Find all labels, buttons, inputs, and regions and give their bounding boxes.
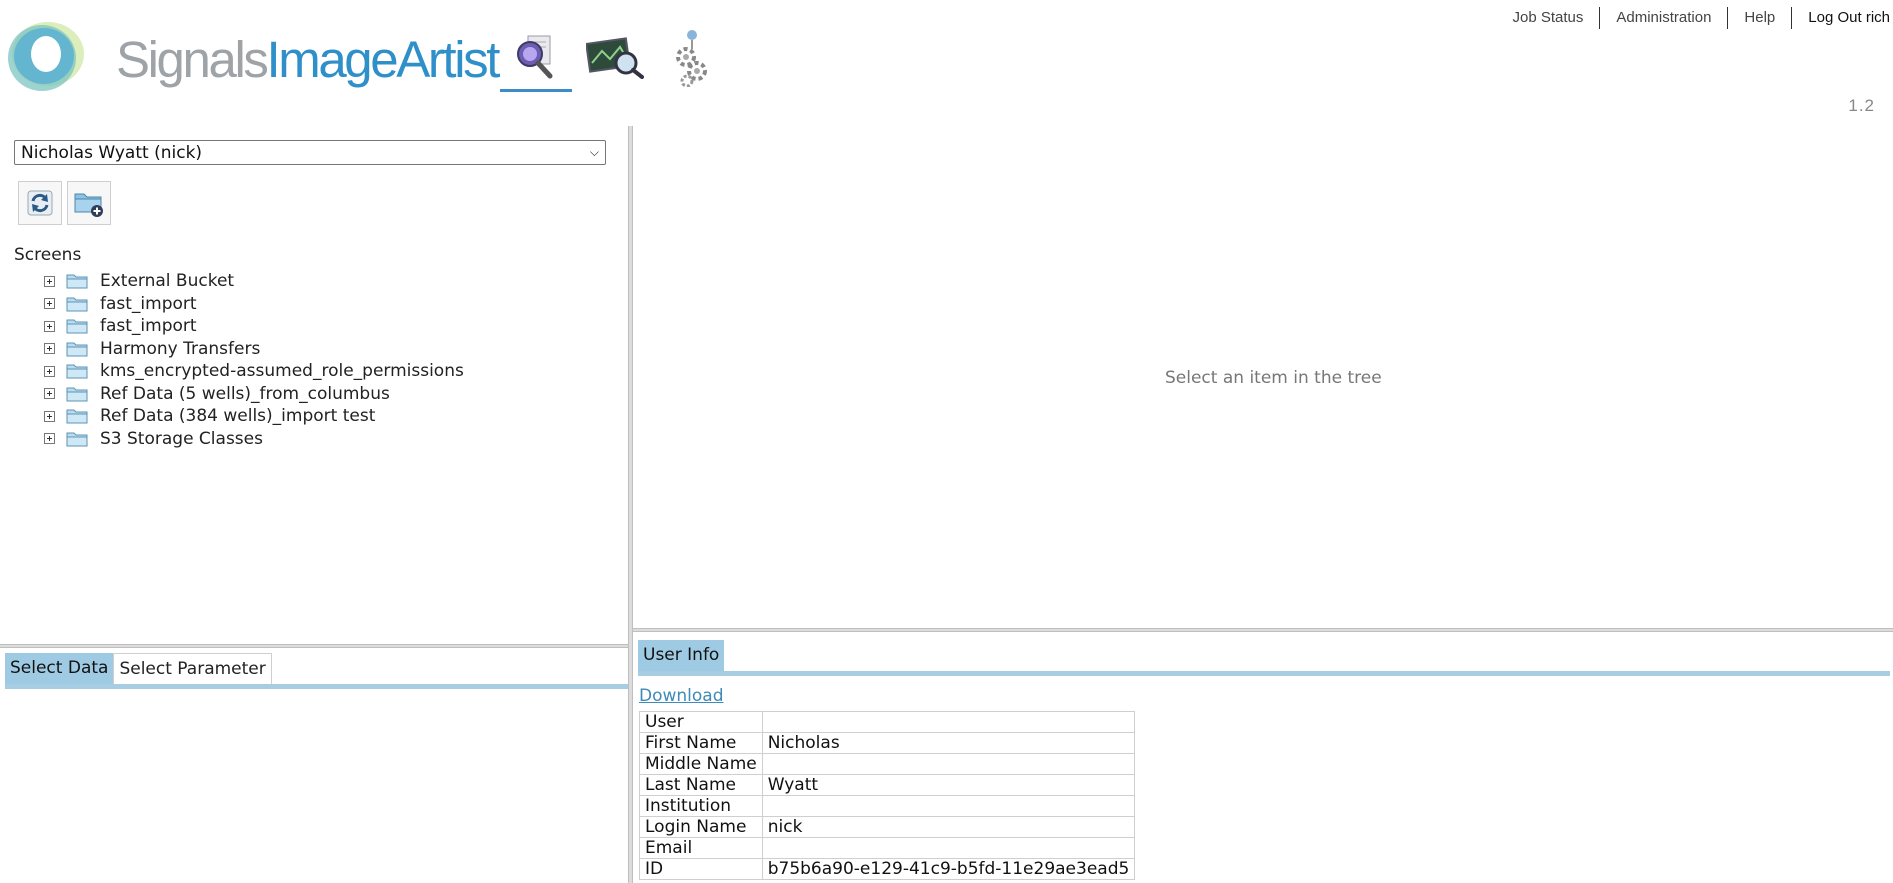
expand-icon[interactable]: [44, 433, 55, 445]
logo-ring-icon: [8, 22, 84, 91]
data-tabs: Select Data Select Parameter: [5, 653, 628, 689]
tree-item[interactable]: Ref Data (5 wells)_from_columbus: [44, 383, 464, 406]
field-name: User: [639, 711, 763, 733]
tree-item-label: Ref Data (5 wells)_from_columbus: [100, 383, 390, 404]
field-name: ID: [639, 858, 763, 880]
left-panel: Nicholas Wyatt (nick) ⌵ Screens External…: [0, 126, 628, 646]
tree-item-label: Ref Data (384 wells)_import test: [100, 406, 376, 427]
user-info-tabs: User Info: [638, 640, 1890, 676]
screens-tree: External Bucket fast_import fast_import Har…: [44, 270, 464, 450]
table-row: Login Name nick: [639, 816, 1136, 838]
folder-icon: [66, 408, 88, 424]
tree-item[interactable]: Ref Data (384 wells)_import test: [44, 405, 464, 428]
field-value: [761, 795, 1136, 817]
version-label: 1.2: [1848, 96, 1875, 115]
help-link[interactable]: Help: [1728, 7, 1793, 29]
folder-icon: [66, 341, 88, 357]
expand-icon[interactable]: [44, 343, 55, 355]
tree-item[interactable]: External Bucket: [44, 270, 464, 293]
tree-item[interactable]: S3 Storage Classes: [44, 428, 464, 451]
refresh-icon: [27, 190, 53, 216]
table-row: User: [639, 711, 1136, 733]
tab-user-info[interactable]: User Info: [638, 640, 725, 671]
expand-icon[interactable]: [44, 388, 55, 400]
right-horizontal-splitter[interactable]: [633, 628, 1893, 632]
folder-icon: [66, 296, 88, 312]
tree-item-label: fast_import: [100, 316, 197, 337]
app-settings-button[interactable]: [656, 22, 728, 92]
field-name: First Name: [639, 732, 763, 754]
field-value: Nicholas: [761, 732, 1136, 754]
field-value: Wyatt: [761, 774, 1136, 796]
table-row: Middle Name: [639, 753, 1136, 775]
table-row: First Name Nicholas: [639, 732, 1136, 754]
field-value: [761, 753, 1136, 775]
app-image-viewer-button[interactable]: [580, 22, 652, 92]
image-magnifier-icon: [586, 37, 644, 79]
tree-header: Screens: [14, 245, 82, 265]
signals-image-artist-logo: SignalsImageArtist: [4, 16, 500, 96]
user-select[interactable]: Nicholas Wyatt (nick) ⌵: [14, 140, 606, 165]
app-search-analysis-button[interactable]: [500, 22, 572, 92]
folder-icon: [66, 318, 88, 334]
tree-item[interactable]: fast_import: [44, 293, 464, 316]
folder-icon: [66, 363, 88, 379]
folder-add-icon: [74, 193, 103, 217]
job-status-link[interactable]: Job Status: [1496, 7, 1601, 29]
user-info-table: User First Name Nicholas Middle Name Last Na…: [639, 711, 1136, 880]
tree-item-label: kms_encrypted-assumed_role_permissions: [100, 361, 464, 382]
table-row: ID b75b6a90-e129-41c9-b5fd-11e29ae3ead5: [639, 858, 1136, 880]
download-link[interactable]: Download: [639, 686, 724, 706]
tree-item-label: S3 Storage Classes: [100, 428, 263, 449]
gears-icon: [676, 30, 707, 87]
app-header: SignalsImageArtist Job Status Administra…: [0, 0, 1893, 118]
folder-icon: [66, 386, 88, 402]
table-row: Last Name Wyatt: [639, 774, 1136, 796]
logout-link[interactable]: Log Out rich: [1792, 7, 1893, 29]
chevron-down-icon: ⌵: [589, 145, 599, 159]
expand-icon[interactable]: [44, 320, 55, 332]
tree-item[interactable]: fast_import: [44, 315, 464, 338]
field-value: [761, 711, 1136, 733]
top-nav: Job Status Administration Help Log Out r…: [1496, 7, 1893, 29]
field-value: b75b6a90-e129-41c9-b5fd-11e29ae3ead5: [761, 858, 1136, 880]
tab-select-parameter[interactable]: Select Parameter: [113, 653, 272, 684]
tree-item-label: fast_import: [100, 293, 197, 314]
user-select-value: Nicholas Wyatt (nick): [21, 142, 203, 163]
expand-icon[interactable]: [44, 298, 55, 310]
tree-item-label: Harmony Transfers: [100, 338, 261, 359]
field-value: nick: [761, 816, 1136, 838]
tree-item-label: External Bucket: [100, 271, 235, 292]
logo-word-imageartist: ImageArtist: [266, 31, 500, 88]
new-folder-button[interactable]: [67, 181, 111, 225]
table-row: Email: [639, 837, 1136, 859]
field-name: Login Name: [639, 816, 763, 838]
magnifier-report-icon: [517, 35, 553, 78]
tree-item[interactable]: kms_encrypted-assumed_role_permissions: [44, 360, 464, 383]
table-row: Institution: [639, 795, 1136, 817]
logo-wordmark: SignalsImageArtist: [116, 31, 500, 88]
expand-icon[interactable]: [44, 275, 55, 287]
left-horizontal-splitter[interactable]: [0, 644, 628, 648]
field-name: Middle Name: [639, 753, 763, 775]
refresh-button[interactable]: [18, 181, 62, 225]
field-name: Institution: [639, 795, 763, 817]
folder-icon: [66, 273, 88, 289]
folder-icon: [66, 431, 88, 447]
expand-icon[interactable]: [44, 365, 55, 377]
tree-item[interactable]: Harmony Transfers: [44, 338, 464, 361]
administration-link[interactable]: Administration: [1600, 7, 1729, 29]
field-name: Last Name: [639, 774, 763, 796]
logo-word-signals: Signals: [116, 31, 269, 88]
tab-select-data[interactable]: Select Data: [5, 653, 114, 684]
field-name: Email: [639, 837, 763, 859]
content-placeholder: Select an item in the tree: [1165, 368, 1382, 388]
expand-icon[interactable]: [44, 410, 55, 422]
vertical-splitter[interactable]: [628, 126, 633, 883]
field-value: [761, 837, 1136, 859]
